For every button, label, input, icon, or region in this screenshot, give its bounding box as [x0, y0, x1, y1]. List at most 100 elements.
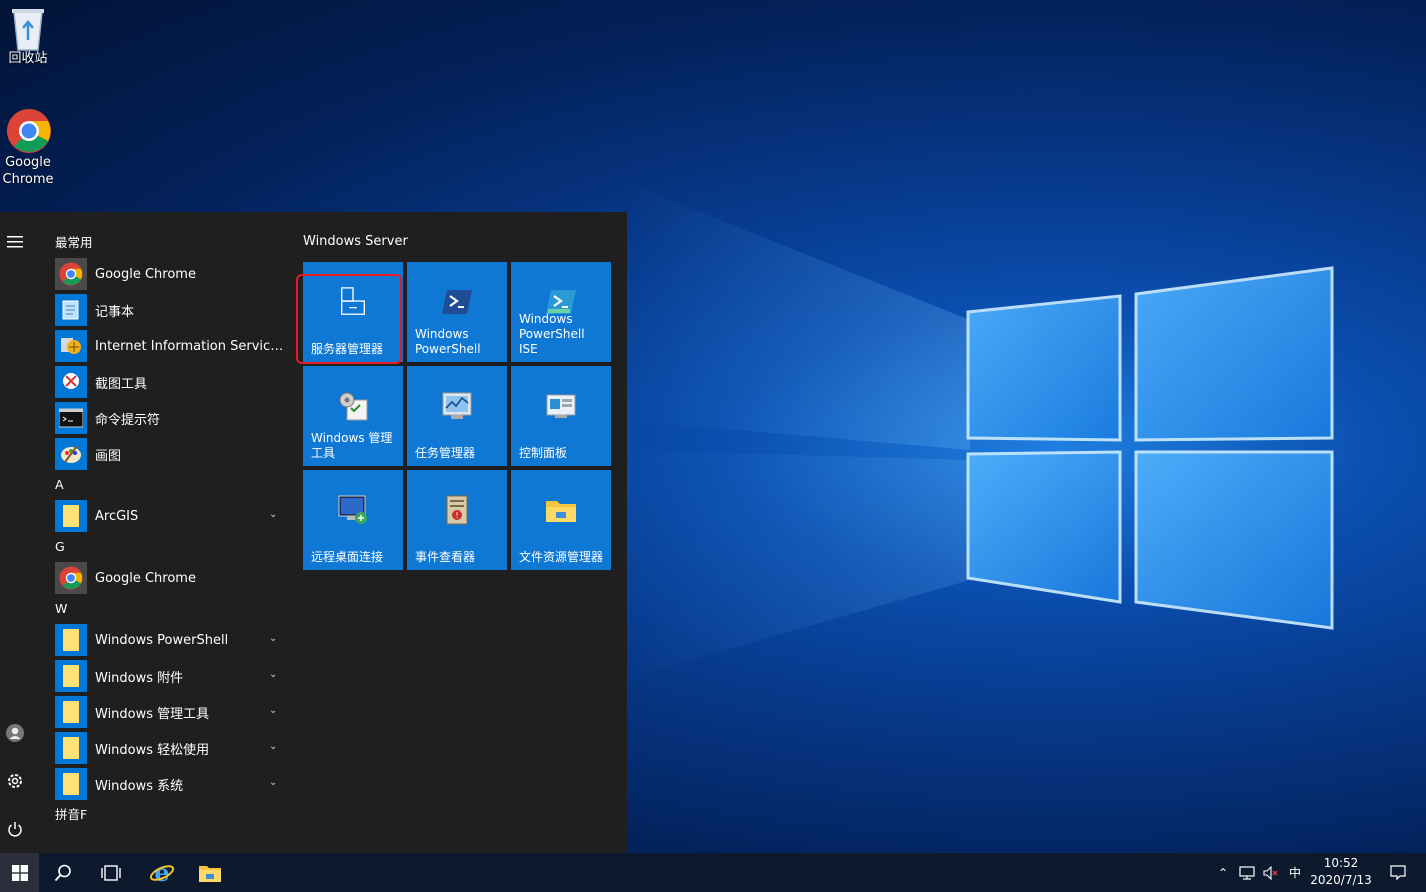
- clock-time: 10:52: [1323, 856, 1359, 870]
- tile-label: 远程桌面连接: [311, 550, 384, 564]
- taskbar: e ⌃ 中 10:52 2020/7/13: [0, 853, 1426, 892]
- app-item-windows-accessories[interactable]: Windows 附件 ⌄: [55, 658, 295, 694]
- app-item-label: Windows 系统: [95, 778, 184, 794]
- recycle-bin-icon: [6, 4, 50, 51]
- action-center-button[interactable]: [1382, 853, 1414, 892]
- task-manager-icon: [441, 390, 473, 422]
- tile-label: Windows PowerShell ISE: [519, 312, 585, 356]
- search-icon: [54, 864, 71, 881]
- app-item-cmd[interactable]: 命令提示符: [55, 400, 295, 436]
- tile-label: 文件资源管理器: [519, 550, 604, 564]
- chrome-icon: [55, 562, 87, 594]
- app-item-iis[interactable]: Internet Information Services (II...: [55, 328, 295, 364]
- file-explorer-icon: [199, 865, 221, 882]
- desktop-icon-recycle-bin[interactable]: 回收站: [0, 4, 56, 67]
- tile-group-title[interactable]: Windows Server: [303, 234, 408, 249]
- chevron-down-icon: ⌄: [269, 509, 278, 520]
- network-button[interactable]: [1236, 853, 1258, 892]
- admin-tools-icon: [337, 390, 369, 422]
- hamburger-icon: [7, 236, 23, 248]
- app-item-windows-admin-tools[interactable]: Windows 管理工具 ⌄: [55, 694, 295, 730]
- folder-icon: [55, 500, 87, 532]
- app-item-google-chrome[interactable]: Google Chrome: [55, 256, 295, 292]
- volume-button[interactable]: [1260, 853, 1282, 892]
- group-header-w[interactable]: W: [55, 600, 295, 618]
- app-item-notepad[interactable]: 记事本: [55, 292, 295, 328]
- svg-text:e: e: [154, 860, 169, 886]
- ime-indicator[interactable]: 中: [1284, 853, 1306, 892]
- ime-label: 中: [1288, 866, 1301, 880]
- app-item-google-chrome-2[interactable]: Google Chrome: [55, 560, 295, 596]
- remote-desktop-icon: [337, 494, 369, 526]
- app-item-label: Windows 管理工具: [95, 706, 210, 722]
- tile-admin-tools[interactable]: Windows 管理 工具: [303, 366, 403, 466]
- event-viewer-icon: !: [441, 494, 473, 526]
- tile-label: 控制面板: [519, 446, 568, 460]
- clock-date: 2020/7/13: [1310, 873, 1372, 887]
- folder-icon: [55, 696, 87, 728]
- folder-icon: [55, 624, 87, 656]
- user-icon: [6, 724, 24, 742]
- app-item-label: 截图工具: [95, 376, 148, 392]
- tile-remote-desktop[interactable]: 远程桌面连接: [303, 470, 403, 570]
- svg-text:!: !: [455, 511, 458, 520]
- app-item-label: Windows 轻松使用: [95, 742, 210, 758]
- tile-label: Windows PowerShell: [415, 327, 481, 356]
- tray-overflow-button[interactable]: ⌃: [1212, 853, 1234, 892]
- start-button[interactable]: [0, 853, 39, 892]
- settings-button[interactable]: [0, 763, 30, 799]
- chevron-down-icon: ⌄: [269, 777, 278, 788]
- app-item-snipping-tool[interactable]: 截图工具: [55, 364, 295, 400]
- group-header-a[interactable]: A: [55, 476, 295, 494]
- group-header-g[interactable]: G: [55, 538, 295, 556]
- desktop-icon-chrome[interactable]: Google Chrome: [0, 108, 56, 188]
- folder-icon: [55, 660, 87, 692]
- task-view-button[interactable]: [87, 853, 135, 892]
- group-header-most-used[interactable]: 最常用: [55, 234, 295, 252]
- search-button[interactable]: [39, 853, 87, 892]
- chrome-icon: [6, 108, 51, 153]
- iis-icon: [55, 330, 87, 362]
- app-item-label: 记事本: [95, 304, 135, 320]
- app-item-label: 画图: [95, 448, 122, 464]
- windows-logo-wallpaper: [966, 266, 1334, 630]
- app-item-arcgis[interactable]: ArcGIS ⌄: [55, 498, 295, 534]
- app-item-paint[interactable]: 画图: [55, 436, 295, 472]
- chevron-down-icon: ⌄: [269, 741, 278, 752]
- internet-explorer-icon: e: [149, 860, 175, 886]
- task-view-icon: [101, 864, 121, 881]
- notification-icon: [1390, 864, 1406, 880]
- tile-windows-powershell[interactable]: Windows PowerShell: [407, 262, 507, 362]
- group-header-pinyin[interactable]: 拼音F: [55, 806, 295, 824]
- app-item-windows-ease-of-access[interactable]: Windows 轻松使用 ⌄: [55, 730, 295, 766]
- control-panel-icon: [545, 390, 577, 422]
- chevron-down-icon: ⌄: [269, 705, 278, 716]
- start-menu: 最常用 Google Chrome 记事本 Internet Informati…: [0, 212, 627, 853]
- network-icon: [1239, 865, 1255, 880]
- tile-task-manager[interactable]: 任务管理器: [407, 366, 507, 466]
- power-button[interactable]: [0, 811, 30, 847]
- app-item-label: Google Chrome: [95, 266, 196, 282]
- taskbar-internet-explorer[interactable]: e: [138, 853, 186, 892]
- powershell-icon: [441, 286, 473, 318]
- app-list[interactable]: 最常用 Google Chrome 记事本 Internet Informati…: [55, 230, 295, 853]
- tile-control-panel[interactable]: 控制面板: [511, 366, 611, 466]
- app-item-label: Internet Information Services (II...: [95, 338, 290, 354]
- tile-file-explorer[interactable]: 文件资源管理器: [511, 470, 611, 570]
- tile-event-viewer[interactable]: ! 事件查看器: [407, 470, 507, 570]
- notepad-icon: [55, 294, 87, 326]
- clock[interactable]: 10:52 2020/7/13: [1306, 855, 1376, 889]
- app-item-label: Windows 附件: [95, 670, 184, 686]
- taskbar-file-explorer[interactable]: [186, 853, 234, 892]
- highlight-box-server-manager: [296, 274, 402, 364]
- desktop-icon-label: 回收站: [8, 51, 48, 66]
- app-item-label: Windows PowerShell: [95, 632, 229, 648]
- app-item-windows-powershell[interactable]: Windows PowerShell ⌄: [55, 622, 295, 658]
- tile-windows-powershell-ise[interactable]: Windows PowerShell ISE: [511, 262, 611, 362]
- chrome-icon: [55, 258, 87, 290]
- app-item-label: Google Chrome: [95, 570, 196, 586]
- user-account-button[interactable]: [0, 715, 30, 751]
- app-item-windows-system[interactable]: Windows 系统 ⌄: [55, 766, 295, 802]
- hamburger-menu-button[interactable]: [0, 224, 30, 260]
- chevron-up-icon: ⌃: [1217, 865, 1229, 880]
